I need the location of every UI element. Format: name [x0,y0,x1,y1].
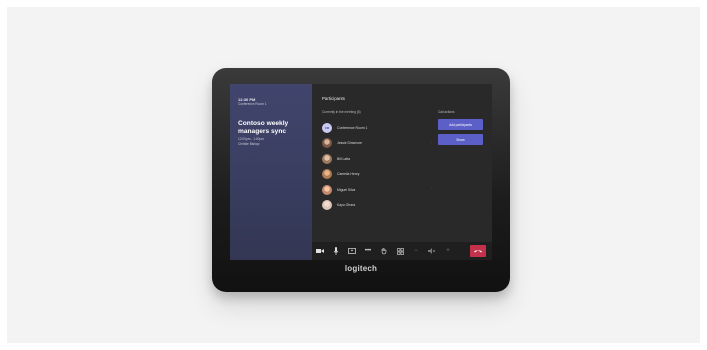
call-controls-toolbar: ••• − + [312,242,492,260]
meeting-title: Contoso weekly managers sync [238,120,289,135]
participant-name: Jessie Dinsmore [337,141,363,146]
avatar [322,153,332,164]
teams-room-screen: 12:30 PM Conference Room 1 Contoso weekl… [230,84,492,260]
participant-row[interactable]: Kayo Ohara [322,198,432,214]
volume-down-icon[interactable]: − [408,242,424,260]
participant-row[interactable]: Camelia Henry [322,167,432,183]
microphone-icon[interactable] [328,242,344,260]
participant-row[interactable]: Miguel Silva · [322,182,432,198]
avatar [322,138,332,149]
volume-mute-icon[interactable] [424,242,440,260]
participant-name: Bill Latta [337,156,351,161]
participant-name: Conference Room 1 [337,125,368,130]
participants-panel: Participants Currently in the meeting (6… [312,84,492,242]
mic-muted-icon: · [430,187,432,191]
meeting-organizer: Christie Bishop [238,142,260,146]
avatar: CR [322,122,332,133]
call-actions-heading: Call actions [438,110,455,114]
participant-list: CR Conference Room 1 Jessie Dinsmore · B… [322,120,432,213]
camera-icon[interactable] [312,242,328,260]
phone-hangup-icon [474,250,482,253]
room-name: Conference Room 1 [238,102,267,106]
add-participants-button[interactable]: Add participants [438,119,483,130]
participant-name: Kayo Ohara [337,203,356,208]
volume-up-icon[interactable]: + [440,242,456,260]
avatar [322,184,332,195]
participant-name: Camelia Henry [337,172,360,177]
avatar [322,200,332,211]
logitech-logo: logitech [344,264,378,273]
meeting-time-range: 12:00pm - 1:00pm [238,137,264,141]
share-button[interactable]: Share [438,134,483,145]
participant-row[interactable]: Bill Latta [322,151,432,167]
participant-row[interactable]: Jessie Dinsmore · [322,136,432,152]
panel-title: Participants [322,96,345,101]
layout-icon[interactable] [392,242,408,260]
avatar [322,169,332,180]
participant-name: Miguel Silva [337,187,356,192]
share-screen-icon[interactable] [344,242,360,260]
mic-muted-icon: · [430,140,432,145]
more-options-icon[interactable]: ••• [360,242,376,260]
end-call-button[interactable] [470,245,486,257]
meeting-info-panel: 12:30 PM Conference Room 1 Contoso weekl… [230,84,312,260]
raise-hand-icon[interactable] [376,242,392,260]
participant-row[interactable]: CR Conference Room 1 [322,120,432,136]
participants-count-heading: Currently in the meeting (6) [322,110,361,114]
